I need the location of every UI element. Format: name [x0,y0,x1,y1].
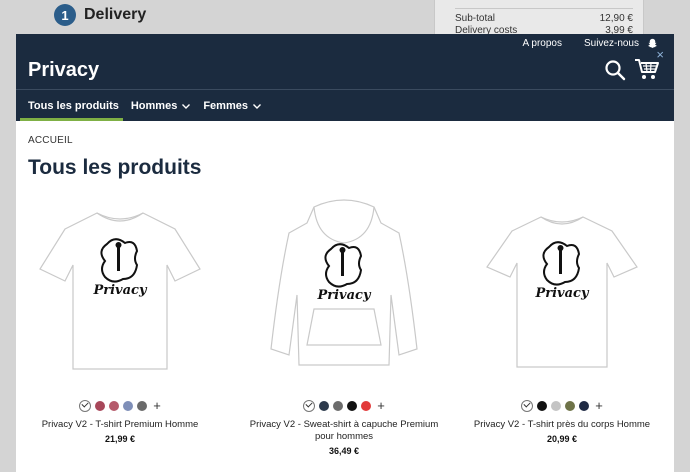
follow-link[interactable]: Suivez-nous [584,38,639,49]
checkout-step: 1 Delivery [54,4,146,26]
about-link[interactable]: A propos [522,38,561,49]
search-icon[interactable] [604,59,626,81]
swatch[interactable] [347,401,358,411]
swatch[interactable] [579,401,590,411]
product-name[interactable]: Privacy V2 - T-shirt près du corps Homme [462,419,662,431]
product-card[interactable]: Privacy + Privacy V2 - T-shirt près du c… [462,199,662,444]
more-colors-button[interactable]: + [377,399,385,412]
chevron-down-icon [252,103,261,109]
tshirt-image[interactable]: Privacy [477,199,647,379]
more-colors-button[interactable]: + [153,399,161,412]
svg-text:Privacy: Privacy [316,288,371,303]
product-name[interactable]: Privacy V2 - T-shirt Premium Homme [20,419,220,431]
swatch-white[interactable] [79,400,92,412]
svg-text:Privacy: Privacy [534,286,589,301]
nav-label: Tous les produits [28,99,119,112]
breadcrumb[interactable]: ACCUEIL [28,135,73,146]
color-swatches: + [462,399,662,413]
swatch-white[interactable] [303,400,316,412]
snapchat-icon[interactable] [647,38,658,49]
swatch[interactable] [333,401,344,411]
cart-icon[interactable] [634,57,660,81]
swatch[interactable] [95,401,106,411]
svg-text:Privacy: Privacy [92,283,147,298]
main-nav: Tous les produits Hommes Femmes [16,90,268,121]
product-card[interactable]: Privacy + Privacy V2 - T-shirt Premium H… [20,199,220,444]
nav-label: Femmes [203,99,248,112]
hoodie-image[interactable]: Privacy [259,199,429,379]
color-swatches: + [20,399,220,413]
summary-value: 12,90 € [599,13,633,24]
swatch[interactable] [537,401,548,411]
nav-all-products[interactable]: Tous les produits [16,90,125,121]
nav-label: Hommes [130,99,178,112]
nav-hommes[interactable]: Hommes [125,90,197,121]
swatch-white[interactable] [521,400,534,412]
shop-header: × A propos Suivez-nous Privacy Tous les … [16,34,674,121]
nav-femmes[interactable]: Femmes [197,90,268,121]
page-title: Tous les produits [28,156,202,179]
brand-logo[interactable]: Privacy [28,59,99,82]
shop-modal: × A propos Suivez-nous Privacy Tous les … [16,34,674,472]
swatch[interactable] [319,401,330,411]
product-price: 20,99 € [546,434,578,444]
product-card[interactable]: Privacy + Privacy V2 - Sweat-shirt à cap… [244,199,444,456]
product-price: 36,49 € [328,446,360,456]
order-summary: Sub-total 12,90 € Delivery costs 3,99 € [434,0,644,36]
swatch[interactable] [551,401,562,411]
color-swatches: + [244,399,444,413]
swatch[interactable] [565,401,576,411]
product-name[interactable]: Privacy V2 - Sweat-shirt à capuche Premi… [244,419,444,443]
swatch[interactable] [137,401,148,411]
swatch[interactable] [109,401,120,411]
step-title: Delivery [84,6,147,23]
product-price: 21,99 € [104,434,136,444]
summary-row: Sub-total 12,90 € [455,13,633,25]
step-number-badge: 1 [54,4,76,26]
summary-label: Sub-total [455,13,496,24]
swatch[interactable] [361,401,372,411]
chevron-down-icon [182,103,191,109]
more-colors-button[interactable]: + [595,399,603,412]
tshirt-image[interactable]: Privacy [35,199,205,379]
swatch[interactable] [123,401,134,411]
